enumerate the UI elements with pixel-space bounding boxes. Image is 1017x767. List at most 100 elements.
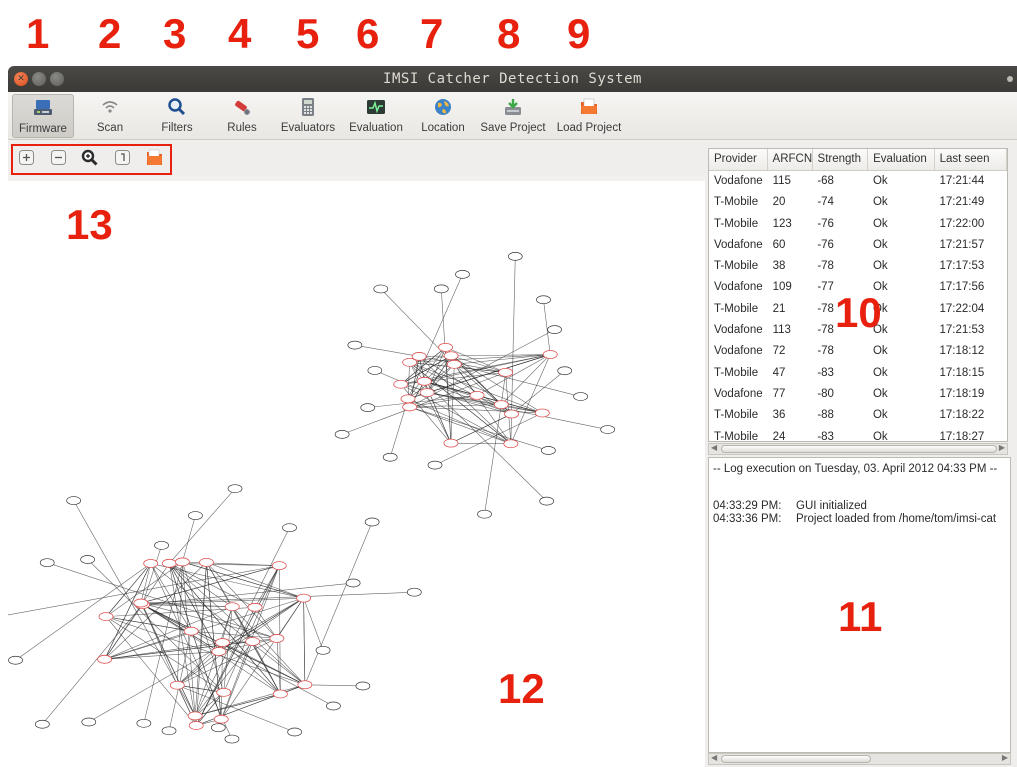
graph-node[interactable] (296, 593, 312, 603)
graph-node[interactable] (507, 252, 523, 261)
graph-node[interactable] (382, 452, 398, 462)
column-header-evaluation[interactable]: Evaluation (868, 149, 935, 170)
table-row[interactable]: T-Mobile 123 -76 Ok 17:22:00 (709, 214, 1007, 235)
graph-node[interactable] (271, 561, 287, 571)
graph-node[interactable] (287, 727, 303, 737)
table-horizontal-scrollbar[interactable]: ◀ ▶ (708, 443, 1008, 455)
graph-node[interactable] (402, 402, 418, 412)
toolbar-scan-button[interactable]: Scan (90, 94, 130, 138)
graph-node[interactable] (455, 270, 470, 279)
zoom-in-button[interactable] (18, 149, 35, 166)
zoom-out-button[interactable] (50, 149, 67, 166)
table-row[interactable]: T-Mobile 24 -83 Ok 17:18:27 (709, 427, 1007, 441)
graph-node[interactable] (446, 359, 462, 369)
table-row[interactable]: Vodafone 60 -76 Ok 17:21:57 (709, 235, 1007, 256)
zoom-tool-button[interactable] (81, 149, 98, 166)
graph-node[interactable] (272, 689, 288, 699)
graph-node[interactable] (364, 517, 380, 527)
column-header-strength[interactable]: Strength (813, 149, 869, 170)
graph-node[interactable] (224, 734, 240, 744)
zoom-reset-button[interactable] (114, 149, 131, 166)
log-horizontal-scrollbar[interactable]: ◀ ▶ (708, 753, 1011, 765)
graph-node[interactable] (427, 460, 443, 470)
graph-node[interactable] (98, 612, 114, 622)
graph-node[interactable] (402, 357, 418, 367)
graph-node[interactable] (600, 425, 616, 434)
graph-node[interactable] (541, 446, 556, 455)
graph-node[interactable] (81, 717, 97, 727)
toolbar-load-project-button[interactable]: Load Project (553, 94, 625, 138)
column-header-provider[interactable]: Provider (709, 149, 768, 170)
graph-node[interactable] (536, 295, 551, 305)
scroll-left-arrow-icon[interactable]: ◀ (711, 753, 717, 762)
graph-node[interactable] (247, 602, 263, 612)
graph-node[interactable] (211, 647, 227, 656)
graph-node[interactable] (39, 558, 55, 568)
column-header-arfcn[interactable]: ARFCN (768, 149, 813, 170)
network-graph[interactable] (8, 181, 705, 767)
graph-node[interactable] (493, 400, 509, 409)
graph-node[interactable] (360, 403, 376, 412)
graph-node[interactable] (443, 438, 459, 448)
toolbar-filters-button[interactable]: Filters (156, 94, 198, 138)
graph-node[interactable] (355, 681, 371, 691)
table-row[interactable]: T-Mobile 47 -83 Ok 17:18:15 (709, 363, 1007, 384)
graph-node[interactable] (169, 680, 185, 690)
toolbar-evaluation-button[interactable]: Evaluation (346, 94, 406, 138)
graph-node[interactable] (161, 558, 177, 568)
graph-node[interactable] (504, 409, 519, 419)
table-row[interactable]: T-Mobile 36 -88 Ok 17:18:22 (709, 405, 1007, 426)
graph-node[interactable] (188, 721, 204, 730)
graph-node[interactable] (326, 701, 341, 711)
graph-node[interactable] (498, 367, 514, 377)
graph-node[interactable] (573, 392, 588, 401)
table-row[interactable]: Vodafone 72 -78 Ok 17:18:12 (709, 341, 1007, 362)
graph-node[interactable] (143, 559, 159, 568)
graph-node[interactable] (367, 366, 383, 375)
graph-node[interactable] (433, 284, 449, 294)
log-scroll-thumb[interactable] (721, 755, 871, 763)
table-scroll-thumb[interactable] (721, 445, 997, 453)
graph-node[interactable] (175, 557, 190, 567)
table-row[interactable]: T-Mobile 20 -74 Ok 17:21:49 (709, 192, 1007, 213)
title-bar[interactable]: ✕ IMSI Catcher Detection System (8, 66, 1017, 92)
graph-node[interactable] (416, 376, 432, 386)
graph-node[interactable] (215, 638, 230, 647)
graph-node[interactable] (245, 637, 261, 646)
graph-node[interactable] (8, 655, 23, 665)
graph-node[interactable] (373, 284, 389, 294)
graph-node[interactable] (345, 578, 361, 588)
toolbar-firmware-button[interactable]: Firmware (12, 94, 74, 138)
graph-node[interactable] (210, 723, 226, 733)
graph-node[interactable] (297, 680, 313, 690)
graph-node[interactable] (469, 391, 485, 400)
table-row[interactable]: Vodafone 115 -68 Ok 17:21:44 (709, 171, 1007, 192)
toolbar-save-project-button[interactable]: Save Project (478, 94, 548, 138)
graph-node[interactable] (227, 484, 243, 494)
graph-node[interactable] (557, 366, 573, 376)
graph-node[interactable] (224, 602, 240, 612)
graph-node[interactable] (334, 430, 350, 439)
graph-node[interactable] (347, 340, 363, 350)
graph-node[interactable] (80, 555, 95, 564)
scroll-right-arrow-icon[interactable]: ▶ (999, 443, 1005, 452)
graph-node[interactable] (187, 711, 203, 721)
graph-node[interactable] (136, 718, 152, 728)
graph-node[interactable] (199, 557, 214, 567)
open-graph-button[interactable] (146, 149, 163, 166)
toolbar-rules-button[interactable]: Rules (224, 94, 260, 138)
graph-node[interactable] (547, 325, 562, 334)
network-graph-canvas[interactable] (8, 181, 705, 767)
column-header-last-seen[interactable]: Last seen (935, 149, 1007, 170)
graph-node[interactable] (34, 719, 50, 729)
graph-node[interactable] (66, 496, 82, 505)
graph-node[interactable] (282, 523, 297, 533)
graph-node[interactable] (534, 408, 550, 418)
toolbar-evaluators-button[interactable]: Evaluators (278, 94, 338, 138)
table-row[interactable]: T-Mobile 38 -78 Ok 17:17:53 (709, 256, 1007, 277)
graph-node[interactable] (393, 379, 409, 389)
graph-node[interactable] (216, 687, 232, 697)
scroll-left-arrow-icon[interactable]: ◀ (711, 443, 717, 452)
toolbar-location-button[interactable]: Location (418, 94, 468, 138)
graph-node[interactable] (213, 714, 229, 724)
